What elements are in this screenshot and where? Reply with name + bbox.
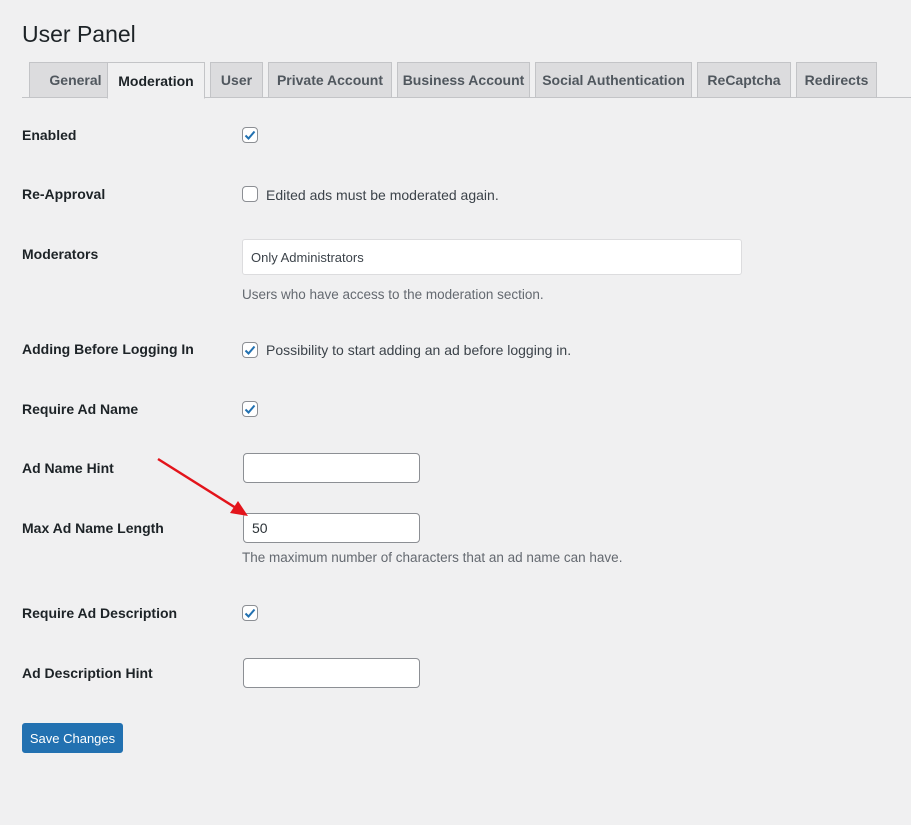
max-ad-name-length-input[interactable]: 50 [243,513,420,543]
re-approval-label: Re-Approval [22,186,106,202]
ad-description-hint-label: Ad Description Hint [22,665,153,681]
enabled-checkbox[interactable] [242,127,258,143]
checkmark-icon [244,345,256,355]
page-title: User Panel [22,21,136,47]
adding-before-login-checkbox[interactable] [242,342,258,358]
moderators-description: Users who have access to the moderation … [242,287,544,302]
max-ad-name-length-label: Max Ad Name Length [22,520,164,536]
require-ad-name-label: Require Ad Name [22,401,139,417]
enabled-label: Enabled [22,127,77,143]
checkmark-icon [244,404,256,414]
require-ad-description-label: Require Ad Description [22,605,178,621]
adding-before-login-option-text: Possibility to start adding an ad before… [266,342,572,358]
tab-private-account[interactable]: Private Account [268,62,392,98]
checkmark-icon [244,608,256,618]
tab-business-account[interactable]: Business Account [397,62,530,98]
tab-social-authentication[interactable]: Social Authentication [535,62,692,98]
require-ad-name-checkbox[interactable] [242,401,258,417]
require-ad-description-checkbox[interactable] [242,605,258,621]
save-changes-button[interactable]: Save Changes [22,723,123,753]
adding-before-login-label: Adding Before Logging In [22,341,194,357]
tab-redirects[interactable]: Redirects [796,62,877,98]
moderators-label: Moderators [22,246,99,262]
tab-user[interactable]: User [210,62,263,98]
re-approval-checkbox[interactable] [242,186,258,202]
checkmark-icon [244,130,256,140]
moderators-select[interactable]: Only Administrators [242,239,742,275]
ad-name-hint-input[interactable] [243,453,420,483]
tab-moderation[interactable]: Moderation [107,62,205,99]
tab-recaptcha[interactable]: ReCaptcha [697,62,791,98]
settings-tabs: General Moderation User Private Account … [22,62,911,99]
ad-name-hint-label: Ad Name Hint [22,460,114,476]
ad-description-hint-input[interactable] [243,658,420,688]
re-approval-option-text: Edited ads must be moderated again. [266,187,499,203]
max-ad-name-length-description: The maximum number of characters that an… [242,550,623,565]
